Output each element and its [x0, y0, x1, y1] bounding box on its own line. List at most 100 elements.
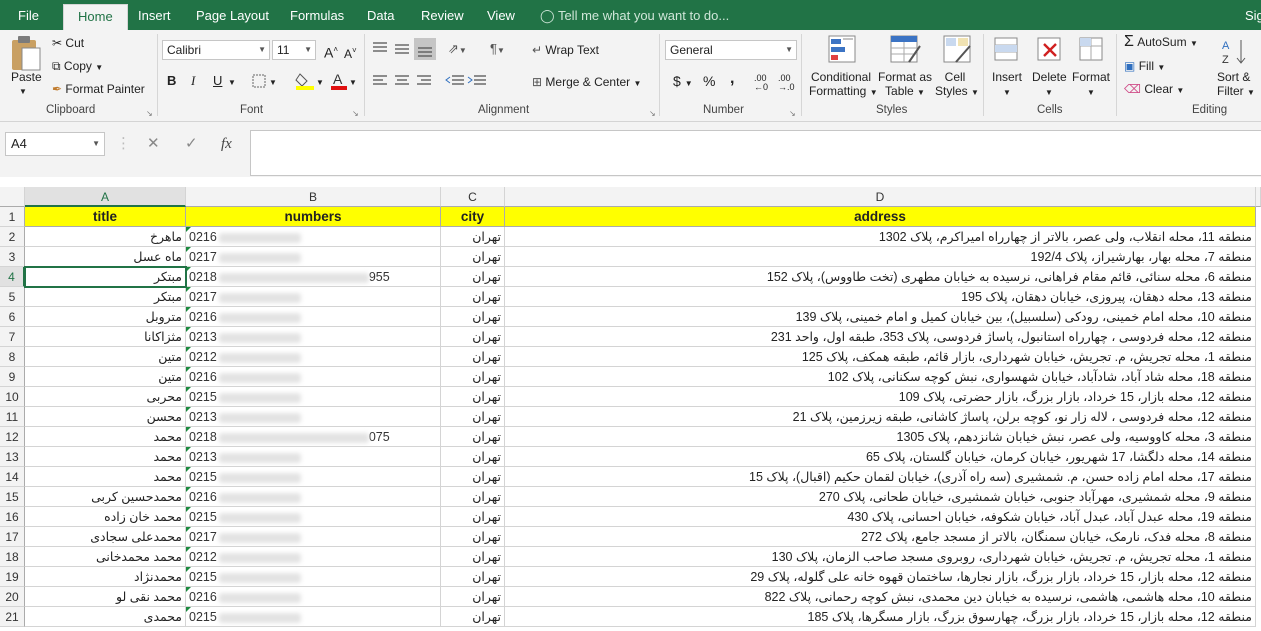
tab-file[interactable]: File	[18, 0, 39, 30]
cell-city[interactable]: تهران	[441, 347, 505, 367]
select-all-corner[interactable]	[0, 187, 25, 207]
cell-title[interactable]: متین	[25, 347, 186, 367]
format-painter-button[interactable]: ✒ Format Painter	[52, 82, 145, 96]
dialog-launcher-icon[interactable]: ↘	[649, 107, 656, 121]
cell-address[interactable]: منطقه 12، محله بازار، 15 خرداد، بازار بز…	[505, 387, 1256, 407]
cell-address[interactable]: منطقه 12، محله فردوسی ، لاله زار نو، کوچ…	[505, 407, 1256, 427]
row-header[interactable]: 2	[0, 227, 25, 247]
decrease-font-icon[interactable]: A˅	[344, 44, 357, 61]
cell-number[interactable]: 0216	[186, 487, 441, 507]
insert-function-button[interactable]: fx	[221, 132, 232, 156]
formula-input[interactable]	[250, 130, 1261, 176]
wrap-text-button[interactable]: ↵ Wrap Text	[532, 43, 599, 57]
tab-page-layout[interactable]: Page Layout	[196, 0, 269, 30]
tab-review[interactable]: Review	[421, 0, 464, 30]
row-header[interactable]: 4	[0, 267, 25, 287]
format-as-table-button[interactable]: Format as Table ▼	[878, 70, 932, 100]
font-size-select[interactable]: 11 ▼	[272, 40, 316, 60]
cell-title[interactable]: محمد	[25, 467, 186, 487]
borders-icon[interactable]	[252, 74, 266, 88]
cell-number[interactable]: 0212	[186, 347, 441, 367]
paste-button[interactable]: Paste	[11, 70, 42, 84]
cell-address[interactable]: منطقه 11، محله انقلاب، ولی عصر، بالاتر ا…	[505, 227, 1256, 247]
cell-address[interactable]: منطقه 12، محله بازار، 15 خرداد، بازار بز…	[505, 607, 1256, 627]
cut-button[interactable]: ✂ Cut	[52, 36, 84, 50]
dialog-launcher-icon[interactable]: ↘	[789, 107, 796, 121]
row-header[interactable]: 14	[0, 467, 25, 487]
fill-button[interactable]: ▣ Fill ▼	[1124, 59, 1165, 75]
cell-title[interactable]: محمد نقی لو	[25, 587, 186, 607]
cell-number[interactable]: 0215	[186, 467, 441, 487]
underline-button[interactable]: U	[213, 74, 222, 88]
cell-title[interactable]: محسن	[25, 407, 186, 427]
horizontal-align-icons[interactable]	[370, 72, 436, 90]
row-header[interactable]: 1	[0, 207, 25, 227]
increase-font-icon[interactable]: A˄	[324, 43, 338, 60]
cell-number[interactable]: 0213	[186, 327, 441, 347]
cell-number[interactable]: 0213	[186, 407, 441, 427]
dialog-launcher-icon[interactable]: ↘	[352, 107, 359, 121]
cell-address[interactable]: منطقه 18، محله شاد آباد، شادآباد، خیابان…	[505, 367, 1256, 387]
cell-title[interactable]: متروبل	[25, 307, 186, 327]
cell-address[interactable]: منطقه 1، محله تجریش، م. تجریش، خیابان شه…	[505, 547, 1256, 567]
cell-title[interactable]: مثزاکانا	[25, 327, 186, 347]
column-header-b[interactable]: B	[186, 187, 441, 207]
cell-number[interactable]: 0215	[186, 607, 441, 627]
header-cell-city[interactable]: city	[441, 207, 505, 227]
text-direction-icon[interactable]: ¶▼	[490, 42, 505, 58]
conditional-formatting-icon[interactable]	[827, 34, 857, 64]
cell-title[interactable]: محمدی	[25, 607, 186, 627]
column-header-c[interactable]: C	[441, 187, 505, 207]
cell-city[interactable]: تهران	[441, 247, 505, 267]
name-box[interactable]: A4 ▼	[5, 132, 105, 156]
cell-number[interactable]: 0217	[186, 247, 441, 267]
row-header[interactable]: 6	[0, 307, 25, 327]
cell-number[interactable]: 0215	[186, 507, 441, 527]
cell-city[interactable]: تهران	[441, 487, 505, 507]
cell-address[interactable]: منطقه 1، محله تجریش، م. تجریش، خیابان شه…	[505, 347, 1256, 367]
clear-button[interactable]: ⌫ Clear ▼	[1124, 82, 1184, 98]
orientation-icon[interactable]: ⇗▼	[448, 42, 467, 58]
row-header[interactable]: 10	[0, 387, 25, 407]
cell-number[interactable]: 0216	[186, 307, 441, 327]
paste-icon[interactable]	[8, 34, 42, 72]
format-button[interactable]: Format ▼	[1072, 70, 1110, 100]
cell-city[interactable]: تهران	[441, 587, 505, 607]
cell-number[interactable]: 0213	[186, 447, 441, 467]
cell-title[interactable]: ماه عسل	[25, 247, 186, 267]
tab-data[interactable]: Data	[367, 0, 394, 30]
header-cell-address[interactable]: address	[505, 207, 1256, 227]
cell-number[interactable]: 0212	[186, 547, 441, 567]
cell-title[interactable]: محمدنژاد	[25, 567, 186, 587]
bold-button[interactable]: B	[167, 74, 176, 88]
cancel-icon[interactable]: ✕	[147, 132, 160, 156]
cell-number[interactable]: 0216	[186, 367, 441, 387]
row-header[interactable]: 8	[0, 347, 25, 367]
column-header-a[interactable]: A	[25, 187, 186, 207]
italic-button[interactable]: I	[191, 74, 195, 88]
increase-decimal-button[interactable]: .00 ←0	[754, 74, 768, 92]
cell-address[interactable]: منطقه 12، محله بازار، 15 خرداد، بازار بز…	[505, 567, 1256, 587]
insert-button[interactable]: Insert ▼	[992, 70, 1022, 100]
header-cell-numbers[interactable]: numbers	[186, 207, 441, 227]
delete-button[interactable]: Delete ▼	[1032, 70, 1067, 100]
cell-city[interactable]: تهران	[441, 567, 505, 587]
insert-cells-icon[interactable]	[991, 34, 1021, 64]
format-as-table-icon[interactable]	[889, 34, 921, 64]
conditional-formatting-button[interactable]: Conditional Formatting ▼	[809, 70, 878, 100]
cell-address[interactable]: منطقه 19، محله عبدل آباد، عبدل آباد، خیا…	[505, 507, 1256, 527]
paste-dropdown-icon[interactable]: ▼	[19, 85, 27, 99]
row-header[interactable]: 21	[0, 607, 25, 627]
header-cell-title[interactable]: title	[25, 207, 186, 227]
tab-formulas[interactable]: Formulas	[290, 0, 344, 30]
sign-in-link[interactable]: Sig	[1245, 0, 1261, 30]
indent-icons[interactable]	[444, 72, 488, 90]
format-cells-icon[interactable]	[1076, 34, 1106, 64]
cell-styles-button[interactable]: Cell Styles ▼	[935, 70, 979, 100]
cell-title[interactable]: مبتکر	[25, 267, 186, 287]
sort-filter-icon[interactable]: AZ	[1221, 36, 1253, 66]
cell-number[interactable]: 0216	[186, 227, 441, 247]
row-header[interactable]: 7	[0, 327, 25, 347]
percent-button[interactable]: %	[703, 74, 715, 88]
cell-address[interactable]: منطقه 6، محله سنائی، قائم مقام فراهانی، …	[505, 267, 1256, 287]
